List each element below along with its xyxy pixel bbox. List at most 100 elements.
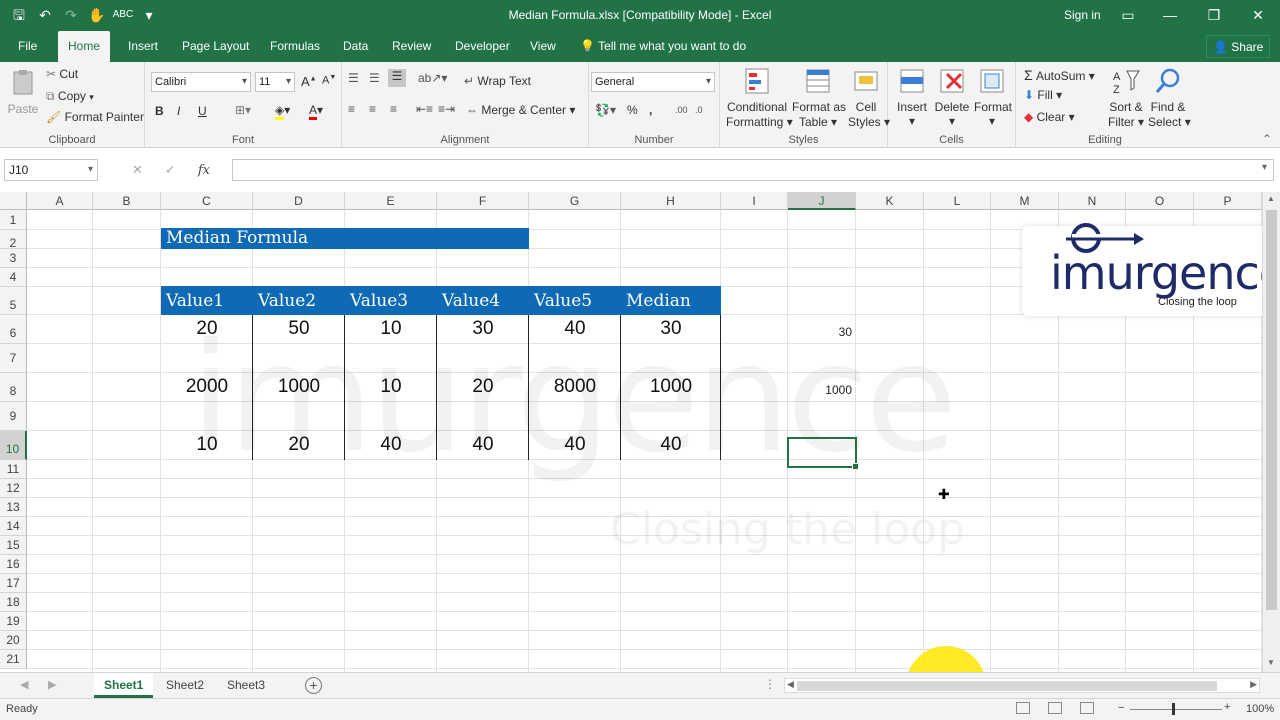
shrink-font-icon[interactable]: A▼ <box>322 74 336 87</box>
minimize-button[interactable]: — <box>1156 4 1184 26</box>
horizontal-scrollbar[interactable]: ◀ ▶ <box>784 678 1260 693</box>
tell-me-box[interactable]: 💡 Tell me what you want to do <box>580 31 746 62</box>
row-header-8[interactable]: 8 <box>0 373 27 402</box>
fill-button[interactable]: ⬇ Fill ▾ <box>1024 88 1062 102</box>
sheet-tab-sheet2[interactable]: Sheet2 <box>156 673 214 698</box>
tab-page-layout[interactable]: Page Layout <box>172 31 259 62</box>
enter-icon[interactable]: ✓ <box>165 162 176 177</box>
page-layout-view-icon[interactable] <box>1048 702 1062 714</box>
increase-indent-icon[interactable]: ≡⇥ <box>438 102 455 116</box>
font-size-select[interactable]: 11 <box>255 72 295 92</box>
active-cell-j10[interactable] <box>787 437 859 470</box>
close-button[interactable]: ✕ <box>1244 4 1272 26</box>
row-header-9[interactable]: 9 <box>0 402 27 431</box>
align-right-icon[interactable]: ≡ <box>390 102 397 116</box>
zoom-slider-knob[interactable] <box>1172 703 1175 715</box>
worksheet-grid[interactable]: ABCDEFGHIJKLMNOP 1 2 3 4 5 6 7 8 9 10 11 12 13 14 15 16… <box>0 192 1280 672</box>
conditional-formatting-button[interactable]: Conditional Formatting ▾ <box>726 66 793 130</box>
prev-sheet-icon[interactable]: ◀ <box>20 678 28 691</box>
tab-file[interactable]: File <box>8 31 47 62</box>
fill-color-icon[interactable]: ◈▾ <box>275 103 290 120</box>
cancel-icon[interactable]: ✕ <box>132 162 143 177</box>
merge-center-button[interactable]: ⇔ Merge & Center ▾ <box>466 103 575 117</box>
column-header-h[interactable]: H <box>621 192 721 210</box>
row-header-6[interactable]: 6 <box>0 315 27 344</box>
number-format-select[interactable]: General <box>591 72 715 92</box>
restore-button[interactable]: ❐ <box>1200 4 1228 26</box>
column-header-n[interactable]: N <box>1059 192 1126 210</box>
sort-filter-button[interactable]: AZ Sort & Filter ▾ <box>1108 66 1144 130</box>
column-header-k[interactable]: K <box>856 192 924 210</box>
row-header-19[interactable]: 19 <box>0 612 27 631</box>
row-header-7[interactable]: 7 <box>0 344 27 373</box>
share-button[interactable]: 👤 Share <box>1206 35 1271 58</box>
decrease-indent-icon[interactable]: ⇤≡ <box>416 102 433 116</box>
column-header-l[interactable]: L <box>924 192 991 210</box>
row-header-17[interactable]: 17 <box>0 574 27 593</box>
tab-review[interactable]: Review <box>382 31 441 62</box>
column-header-c[interactable]: C <box>161 192 253 210</box>
column-header-j[interactable]: J <box>788 192 856 210</box>
column-header-e[interactable]: E <box>345 192 437 210</box>
tab-insert[interactable]: Insert <box>118 31 168 62</box>
row-header-21[interactable]: 21 <box>0 650 27 669</box>
row-header-4[interactable]: 4 <box>0 268 27 287</box>
wrap-text-button[interactable]: ↵ Wrap Text <box>464 74 531 88</box>
clear-button[interactable]: ◆ Clear ▾ <box>1024 110 1075 124</box>
column-header-b[interactable]: B <box>93 192 161 210</box>
top-align-icon[interactable]: ☰ <box>348 71 359 85</box>
format-cells-button[interactable]: Format ▾ <box>974 66 1012 128</box>
expand-formula-bar-icon[interactable]: ▾ <box>1262 162 1267 173</box>
cell-styles-button[interactable]: Cell Styles ▾ <box>848 66 890 130</box>
tab-view[interactable]: View <box>520 31 566 62</box>
borders-icon[interactable]: ⊞▾ <box>235 103 251 117</box>
italic-button[interactable]: I <box>177 104 180 118</box>
cut-button[interactable]: ✂ Cut <box>46 67 78 81</box>
copy-button[interactable]: ⧉ Copy ▾ <box>46 89 94 104</box>
align-left-icon[interactable]: ≡ <box>348 102 355 116</box>
increase-decimal-icon[interactable]: .00 <box>675 105 688 115</box>
tab-developer[interactable]: Developer <box>445 31 520 62</box>
row-header-13[interactable]: 13 <box>0 498 27 517</box>
row-header-11[interactable]: 11 <box>0 460 27 479</box>
formula-input[interactable] <box>232 159 1274 181</box>
font-color-icon[interactable]: A▾ <box>309 103 323 120</box>
row-header-18[interactable]: 18 <box>0 593 27 612</box>
column-header-i[interactable]: I <box>721 192 788 210</box>
normal-view-icon[interactable] <box>1016 702 1030 714</box>
column-header-a[interactable]: A <box>27 192 93 210</box>
accounting-format-icon[interactable]: 💱▾ <box>595 103 616 117</box>
orientation-icon[interactable]: ab↗▾ <box>418 71 447 85</box>
row-header-2[interactable]: 2 <box>0 230 27 250</box>
name-box[interactable]: J10 <box>4 159 98 181</box>
vertical-scroll-thumb[interactable] <box>1266 210 1277 610</box>
add-sheet-icon[interactable]: + <box>305 677 322 694</box>
autosum-button[interactable]: Σ AutoSum ▾ <box>1024 67 1095 83</box>
sign-in-link[interactable]: Sign in <box>1064 8 1101 22</box>
column-header-g[interactable]: G <box>529 192 621 210</box>
page-break-view-icon[interactable] <box>1080 702 1094 714</box>
sheet-tab-sheet3[interactable]: Sheet3 <box>217 673 275 698</box>
collapse-ribbon-icon[interactable]: ⌃ <box>1262 132 1272 146</box>
scroll-up-icon[interactable]: ▲ <box>1267 194 1275 203</box>
format-as-table-button[interactable]: Format as Table ▾ <box>792 66 846 130</box>
tab-split-icon[interactable]: ⋮ <box>764 677 776 691</box>
bold-button[interactable]: B <box>155 104 164 118</box>
tab-home[interactable]: Home <box>58 31 111 62</box>
find-select-button[interactable]: Find & Select ▾ <box>1148 66 1191 130</box>
row-header-14[interactable]: 14 <box>0 517 27 536</box>
underline-button[interactable]: U <box>198 104 207 118</box>
scroll-left-icon[interactable]: ◀ <box>787 679 794 690</box>
horizontal-scroll-thumb[interactable] <box>797 681 1217 691</box>
select-all-corner[interactable] <box>0 192 27 210</box>
format-painter-button[interactable]: 🖌 Format Painter <box>46 110 144 124</box>
tab-formulas[interactable]: Formulas <box>260 31 330 62</box>
row-header-15[interactable]: 15 <box>0 536 27 555</box>
comma-style-icon[interactable]: , <box>649 103 652 117</box>
zoom-in-icon[interactable]: + <box>1224 701 1230 713</box>
row-header-12[interactable]: 12 <box>0 479 27 498</box>
row-header-5[interactable]: 5 <box>0 287 27 315</box>
grow-font-icon[interactable]: A▲ <box>301 74 317 89</box>
zoom-slider[interactable] <box>1130 709 1222 710</box>
scroll-right-icon[interactable]: ▶ <box>1250 679 1257 690</box>
